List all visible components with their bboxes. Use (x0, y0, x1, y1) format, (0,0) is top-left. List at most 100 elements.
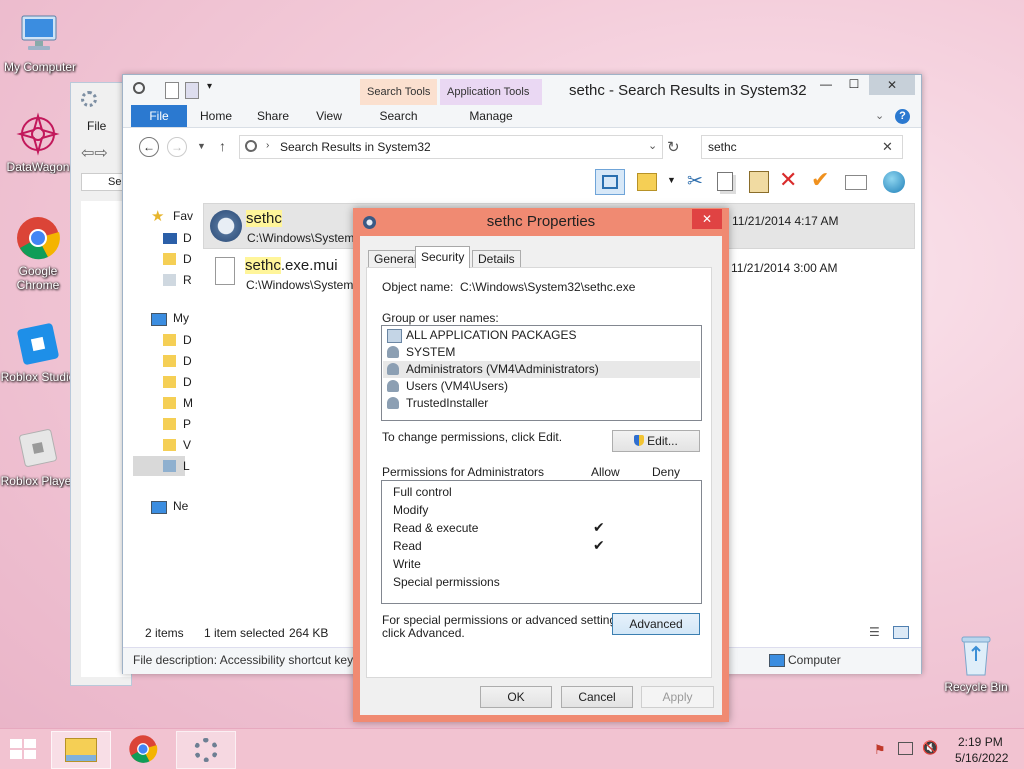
taskbar-file-explorer[interactable] (51, 731, 111, 769)
group-item[interactable]: Administrators (VM4\Administrators) (406, 361, 599, 378)
back-arrow-icon[interactable]: ⇦⇨ (81, 143, 108, 163)
desktop-icon-roblox-studio[interactable]: Roblox Studio (0, 320, 80, 384)
copy-icon[interactable] (717, 172, 733, 191)
new-folder-quick-icon[interactable] (185, 82, 199, 99)
toolbar-dropdown-icon[interactable]: ▼ (667, 175, 676, 185)
group-item[interactable]: TrustedInstaller (406, 395, 488, 412)
nav-network[interactable]: Ne (173, 497, 188, 515)
nav-computer-item[interactable]: D (183, 331, 192, 349)
rename-icon[interactable] (845, 175, 867, 190)
taskbar-chrome[interactable] (114, 731, 172, 767)
tab-manage[interactable]: Manage (440, 105, 542, 127)
search-box[interactable]: sethc ✕ (701, 135, 903, 159)
explorer-titlebar[interactable]: ▾ Search Tools Application Tools sethc -… (123, 75, 921, 105)
forward-button[interactable]: → (167, 137, 187, 157)
clock-time[interactable]: 2:19 PM (958, 735, 1003, 749)
search-input[interactable]: sethc (708, 140, 737, 154)
change-permissions-text: To change permissions, click Edit. (382, 430, 563, 444)
tab-home[interactable]: Home (193, 105, 239, 127)
dialog-title: sethc Properties (486, 213, 596, 230)
minimize-button[interactable]: — (813, 77, 839, 95)
preview-pane-button[interactable] (595, 169, 625, 195)
taskbar-settings[interactable] (176, 731, 236, 769)
properties-quick-icon[interactable] (165, 82, 179, 99)
dialog-close-button[interactable]: ✕ (692, 209, 722, 229)
edit-button[interactable]: Edit... (612, 430, 700, 452)
clock-date[interactable]: 5/16/2022 (955, 751, 1008, 765)
context-tab-search-tools[interactable]: Search Tools (360, 79, 437, 105)
context-tab-application-tools[interactable]: Application Tools (440, 79, 542, 105)
tab-security[interactable]: Security (415, 246, 471, 268)
search-small-icon[interactable] (133, 82, 145, 94)
close-button[interactable]: ✕ (869, 75, 915, 95)
globe-icon[interactable] (883, 171, 905, 193)
details-view-button[interactable]: ☰ (869, 625, 880, 639)
permissions-for-label: Permissions for Administrators (382, 465, 545, 479)
checkmark-icon[interactable]: ✔ (811, 167, 829, 193)
group-item[interactable]: Users (VM4\Users) (406, 378, 508, 395)
maximize-button[interactable]: ☐ (841, 77, 867, 95)
nav-computer-item[interactable]: V (183, 436, 191, 454)
nav-favorites[interactable]: Fav (173, 207, 193, 225)
permission-row: Full control (393, 485, 452, 499)
volume-muted-icon[interactable]: 🔇 (922, 740, 938, 756)
folder-icon (163, 439, 176, 451)
cut-icon[interactable]: ✂ (687, 170, 703, 193)
desktop-icon-roblox-player[interactable]: Roblox Player (0, 424, 80, 488)
quick-access-dropdown-icon[interactable]: ▾ (207, 81, 212, 92)
delete-icon[interactable]: ✕ (779, 167, 797, 193)
apply-button[interactable]: Apply (641, 686, 714, 708)
help-icon[interactable]: ? (895, 109, 910, 124)
group-item[interactable]: ALL APPLICATION PACKAGES (406, 327, 577, 344)
ribbon-expand-icon[interactable]: ⌄ (875, 109, 884, 122)
breadcrumb[interactable]: Search Results in System32 (280, 140, 431, 154)
nav-fav-item[interactable]: R (183, 271, 192, 289)
nav-computer-item[interactable]: M (183, 394, 193, 412)
clear-search-icon[interactable]: ✕ (882, 139, 893, 155)
nav-selected-row[interactable] (133, 456, 185, 476)
tab-details[interactable]: Details (472, 250, 521, 268)
ok-button[interactable]: OK (480, 686, 552, 708)
tab-file[interactable]: File (131, 105, 187, 127)
paste-icon[interactable] (749, 171, 769, 193)
windows-logo-icon (10, 739, 36, 759)
tab-view[interactable]: View (305, 105, 353, 127)
nav-computer[interactable]: My (173, 309, 189, 327)
large-icons-view-button[interactable] (893, 626, 909, 639)
tab-search[interactable]: Search (360, 105, 437, 127)
back-button[interactable]: ← (139, 137, 159, 157)
advanced-button[interactable]: Advanced (612, 613, 700, 635)
address-dropdown-icon[interactable]: ⌄ (648, 139, 657, 152)
cancel-button[interactable]: Cancel (561, 686, 633, 708)
permission-row: Special permissions (393, 575, 500, 589)
group-list[interactable]: ALL APPLICATION PACKAGES SYSTEM Administ… (381, 325, 702, 421)
network-tray-icon[interactable] (898, 742, 913, 755)
desktop-icon-datawagon[interactable]: DataWagon (0, 110, 80, 174)
address-bar[interactable]: › Search Results in System32 ⌄ (239, 135, 663, 159)
desktop-icon-my-computer[interactable]: My Computer (0, 10, 82, 74)
window-title: sethc - Search Results in System32 (569, 82, 807, 99)
open-folder-icon[interactable] (637, 173, 657, 191)
nav-fav-item[interactable]: D (183, 250, 192, 268)
nav-computer-item[interactable]: D (183, 352, 192, 370)
desktop-icon-google-chrome[interactable]: Google Chrome (0, 214, 80, 292)
deny-column-label: Deny (652, 465, 681, 479)
tab-share[interactable]: Share (249, 105, 297, 127)
nav-computer-item[interactable]: D (183, 373, 192, 391)
nav-computer-item[interactable]: P (183, 415, 191, 433)
permissions-list[interactable]: Full control Modify Read & execute ✔ Rea… (381, 480, 702, 604)
up-button[interactable]: ↑ (219, 138, 226, 154)
desktop-icon-label: Roblox Player (0, 474, 76, 488)
file-tab[interactable]: File (87, 119, 106, 133)
refresh-button[interactable]: ↻ (667, 138, 680, 156)
user-icon (387, 380, 399, 392)
properties-dialog[interactable]: sethc Properties ✕ General Security Deta… (353, 208, 729, 722)
group-item[interactable]: SYSTEM (406, 344, 455, 361)
taskbar: ⚑ 🔇 2:19 PM 5/16/2022 (0, 728, 1024, 769)
nav-fav-item[interactable]: D (183, 229, 192, 247)
recent-dropdown-icon[interactable]: ▼ (197, 141, 206, 151)
action-center-flag-icon[interactable]: ⚑ (874, 742, 886, 758)
nav-computer-item[interactable]: L (183, 457, 190, 475)
start-button[interactable] (10, 739, 38, 761)
desktop-icon-recycle-bin[interactable]: Recycle Bin (934, 630, 1018, 694)
